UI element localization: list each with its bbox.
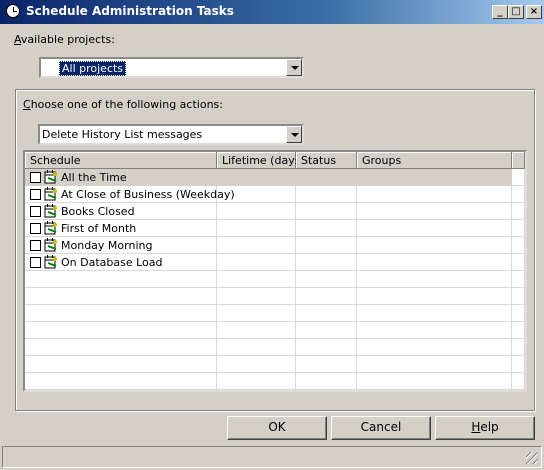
maximize-button[interactable]: □ — [508, 5, 524, 19]
row-grid-line — [25, 355, 525, 356]
column-header-schedule[interactable]: Schedule — [25, 152, 217, 169]
table-row[interactable]: Books Closed — [25, 203, 525, 220]
row-checkbox[interactable] — [30, 257, 41, 268]
column-header-filler — [512, 152, 525, 169]
row-schedule-name: First of Month — [61, 222, 137, 235]
projects-dropdown[interactable]: All projects — [39, 57, 304, 78]
close-button[interactable]: × — [526, 5, 542, 19]
row-schedule-name: Books Closed — [61, 205, 135, 218]
chevron-down-icon[interactable] — [286, 59, 302, 76]
chevron-down-icon[interactable] — [286, 126, 302, 143]
row-checkbox[interactable] — [30, 189, 41, 200]
table-row[interactable]: Monday Morning — [25, 237, 525, 254]
schedule-table: Schedule Lifetime (days) Status Groups A… — [23, 150, 527, 392]
row-schedule-name: At Close of Business (Weekday) — [61, 188, 235, 201]
minimize-button[interactable]: _ — [492, 5, 508, 19]
row-checkbox[interactable] — [30, 240, 41, 251]
column-header-lifetime[interactable]: Lifetime (days) — [217, 152, 305, 169]
column-header-status[interactable]: Status — [296, 152, 357, 169]
help-button[interactable]: Help — [435, 416, 535, 440]
action-dropdown[interactable]: Delete History List messages — [38, 124, 304, 145]
schedule-calendar-icon — [44, 221, 57, 235]
schedule-calendar-icon — [44, 170, 57, 184]
schedule-calendar-icon — [44, 255, 57, 269]
row-checkbox[interactable] — [30, 223, 41, 234]
table-row[interactable]: All the Time — [25, 169, 525, 186]
schedule-calendar-icon — [44, 204, 57, 218]
row-checkbox[interactable] — [30, 206, 41, 217]
clock-icon — [6, 4, 20, 18]
action-selected-value: Delete History List messages — [42, 128, 203, 141]
row-grid-line — [25, 372, 525, 373]
status-bar — [2, 446, 542, 468]
column-header-groups[interactable]: Groups — [357, 152, 512, 169]
row-grid-line — [25, 304, 525, 305]
row-schedule-name: All the Time — [61, 171, 127, 184]
row-grid-line — [25, 389, 525, 390]
table-row[interactable]: On Database Load — [25, 254, 525, 271]
title-bar: Schedule Administration Tasks _ □ × — [0, 0, 544, 24]
schedule-calendar-icon — [44, 187, 57, 201]
resize-grip-icon[interactable] — [526, 452, 538, 464]
row-grid-line — [25, 338, 525, 339]
ok-button[interactable]: OK — [227, 416, 327, 440]
projects-selected-value: All projects — [59, 61, 127, 76]
schedule-calendar-icon — [44, 238, 57, 252]
row-grid-line — [25, 321, 525, 322]
available-projects-label: Available projects: — [14, 33, 115, 46]
actions-label: Choose one of the following actions: — [23, 98, 223, 111]
row-grid-line — [25, 287, 525, 288]
table-row[interactable]: At Close of Business (Weekday) — [25, 186, 525, 203]
cancel-button[interactable]: Cancel — [331, 416, 431, 440]
row-schedule-name: Monday Morning — [61, 239, 153, 252]
window-title: Schedule Administration Tasks — [26, 4, 234, 18]
row-schedule-name: On Database Load — [61, 256, 163, 269]
table-row[interactable]: First of Month — [25, 220, 525, 237]
row-checkbox[interactable] — [30, 172, 41, 183]
